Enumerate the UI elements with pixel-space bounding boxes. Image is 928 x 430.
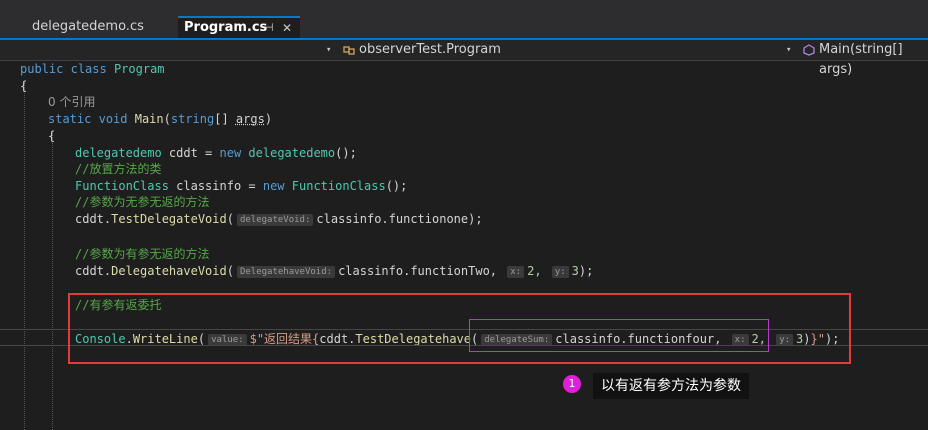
member-dropdown[interactable]: Main(string[] args) — [819, 40, 928, 77]
navigation-bar: ▾ observerTest.Program ▾ Main(string[] a… — [0, 40, 928, 77]
code-line: cddt.TestDelegateVoid(delegateVoid: class… — [75, 212, 483, 226]
code-comment: //参数为有参无返的方法 — [75, 247, 210, 261]
document-tab-bar: delegatedemo.cs Program.cs ⊣ ✕ — [0, 16, 928, 40]
code-comment: //放置方法的类 — [75, 162, 162, 176]
title-strip — [0, 0, 928, 16]
method-icon — [803, 44, 815, 56]
code-line: delegatedemo cddt = new delegatedemo(); — [75, 146, 357, 160]
indent-guide — [24, 82, 25, 430]
pin-icon[interactable]: ⊣ — [264, 18, 274, 38]
tab-label: Program.cs — [184, 20, 268, 35]
chevron-down-icon[interactable]: ▾ — [326, 40, 331, 60]
code-line: FunctionClass classinfo = new FunctionCl… — [75, 179, 408, 193]
step-badge: 1 — [563, 375, 581, 393]
parameter-hint: y: — [551, 266, 569, 278]
parameter-hint: DelegatehaveVoid: — [236, 266, 336, 278]
close-icon[interactable]: ✕ — [282, 18, 292, 38]
class-dropdown[interactable]: observerTest.Program — [359, 40, 501, 60]
tab-program[interactable]: Program.cs ⊣ ✕ — [178, 16, 300, 38]
chevron-down-icon[interactable]: ▾ — [786, 40, 791, 60]
indent-guide — [52, 133, 53, 430]
tab-delegatedemo[interactable]: delegatedemo.cs — [24, 16, 174, 38]
class-icon — [343, 46, 355, 55]
callout-label: 以有返有参方法为参数 — [593, 373, 749, 399]
code-editor[interactable]: public class Program { 0 个引用 static void… — [0, 61, 928, 430]
tab-label: delegatedemo.cs — [32, 19, 144, 34]
code-line: cddt.DelegatehaveVoid(DelegatehaveVoid: c… — [75, 264, 594, 278]
code-comment: //参数为无参无返的方法 — [75, 195, 210, 209]
parameter-hint: x: — [507, 266, 525, 278]
code-line: { — [20, 79, 28, 93]
code-line: public class Program — [20, 62, 165, 76]
reference-count-lens[interactable]: 0 个引用 — [48, 94, 95, 111]
parameter-hint: delegateVoid: — [236, 214, 314, 226]
code-line: { — [48, 129, 56, 143]
argument-highlight-box — [469, 319, 769, 352]
code-line: static void Main(string[] args) — [48, 112, 273, 126]
